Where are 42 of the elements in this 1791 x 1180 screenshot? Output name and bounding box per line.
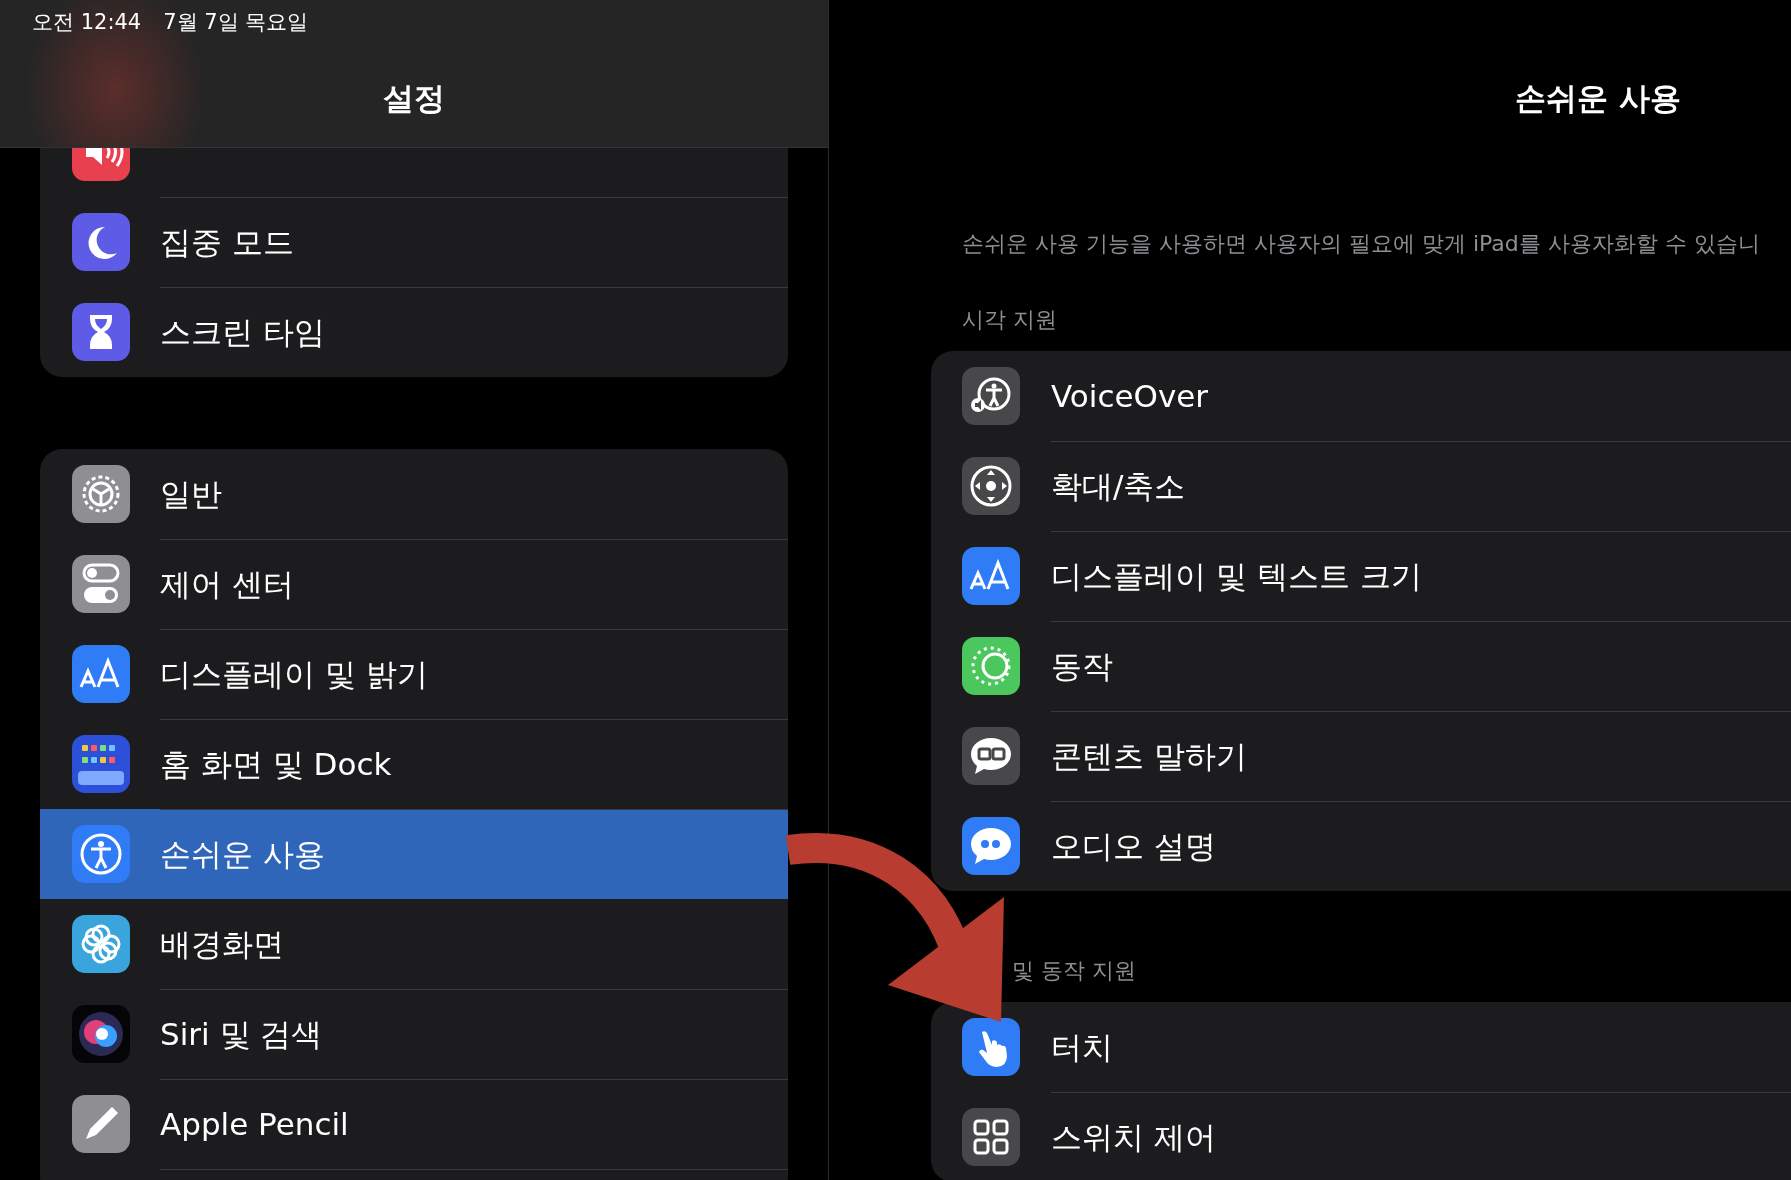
section-header: 시각 지원 — [962, 307, 1057, 332]
sidebar-item[interactable]: 디스플레이 및 밝기 — [40, 629, 788, 719]
sidebar-item[interactable]: 손쉬운 사용 — [40, 809, 788, 899]
row-label: 스크린 타임 — [160, 313, 325, 352]
sidebar-item[interactable]: 스크린 타임 — [40, 287, 788, 377]
row-label: 디스플레이 및 밝기 — [160, 654, 428, 694]
description-text: 손쉬운 사용 기능을 사용하면 사용자의 필요에 맞게 iPad를 사용자화할 수 있습니 — [962, 231, 1760, 256]
row-label: 콘텐츠 말하기 — [1051, 736, 1247, 776]
settings-item[interactable]: VoiceOver — [931, 351, 1791, 441]
row-label: 동작 — [1051, 646, 1113, 686]
sidebar-item[interactable]: 제어 센터 — [40, 539, 788, 629]
sidebar-item[interactable]: Apple Pencil — [40, 1079, 788, 1169]
row-label: 일반 — [160, 474, 222, 514]
row-label: 디스플레이 및 텍스트 크기 — [1051, 556, 1422, 596]
status-date: 7월 7일 목요일 — [163, 9, 309, 36]
settings-item[interactable]: 오디오 설명 — [931, 801, 1791, 891]
page-title: 손쉬운 사용 — [1515, 80, 1681, 116]
sidebar-title: 설정 — [383, 79, 445, 118]
row-label: 홈 화면 및 Dock — [160, 744, 392, 784]
row-label: Apple Pencil — [160, 1104, 349, 1144]
row-label: 오디오 설명 — [1051, 827, 1216, 866]
settings-item[interactable]: 스위치 제어 — [931, 1092, 1791, 1180]
status-time: 오전 12:44 — [32, 9, 142, 36]
sidebar-item[interactable]: 배경화면 — [40, 899, 788, 989]
settings-item[interactable]: 동작 — [931, 621, 1791, 711]
section-header: 및 동작 지원 — [1012, 958, 1136, 983]
settings-item[interactable]: 디스플레이 및 텍스트 크기 — [931, 531, 1791, 621]
row-label: 집중 모드 — [160, 222, 294, 262]
row-label: 제어 센터 — [160, 564, 294, 604]
row-label: VoiceOver — [1051, 376, 1209, 416]
row-label: 배경화면 — [160, 924, 284, 964]
sidebar-item[interactable]: 홈 화면 및 Dock — [40, 719, 788, 809]
settings-item[interactable]: 콘텐츠 말하기 — [931, 711, 1791, 801]
row-label: 손쉬운 사용 — [160, 834, 325, 874]
row-label: Siri 및 검색 — [160, 1014, 323, 1054]
row-label: 터치 — [1051, 1027, 1113, 1067]
row-label: 확대/축소 — [1051, 466, 1186, 506]
sidebar-item[interactable]: 집중 모드 — [40, 197, 788, 287]
sidebar-item[interactable]: 일반 — [40, 449, 788, 539]
sidebar-item[interactable]: Siri 및 검색 — [40, 989, 788, 1079]
row-label: 스위치 제어 — [1051, 1118, 1216, 1157]
settings-item[interactable]: 확대/축소 — [931, 441, 1791, 531]
